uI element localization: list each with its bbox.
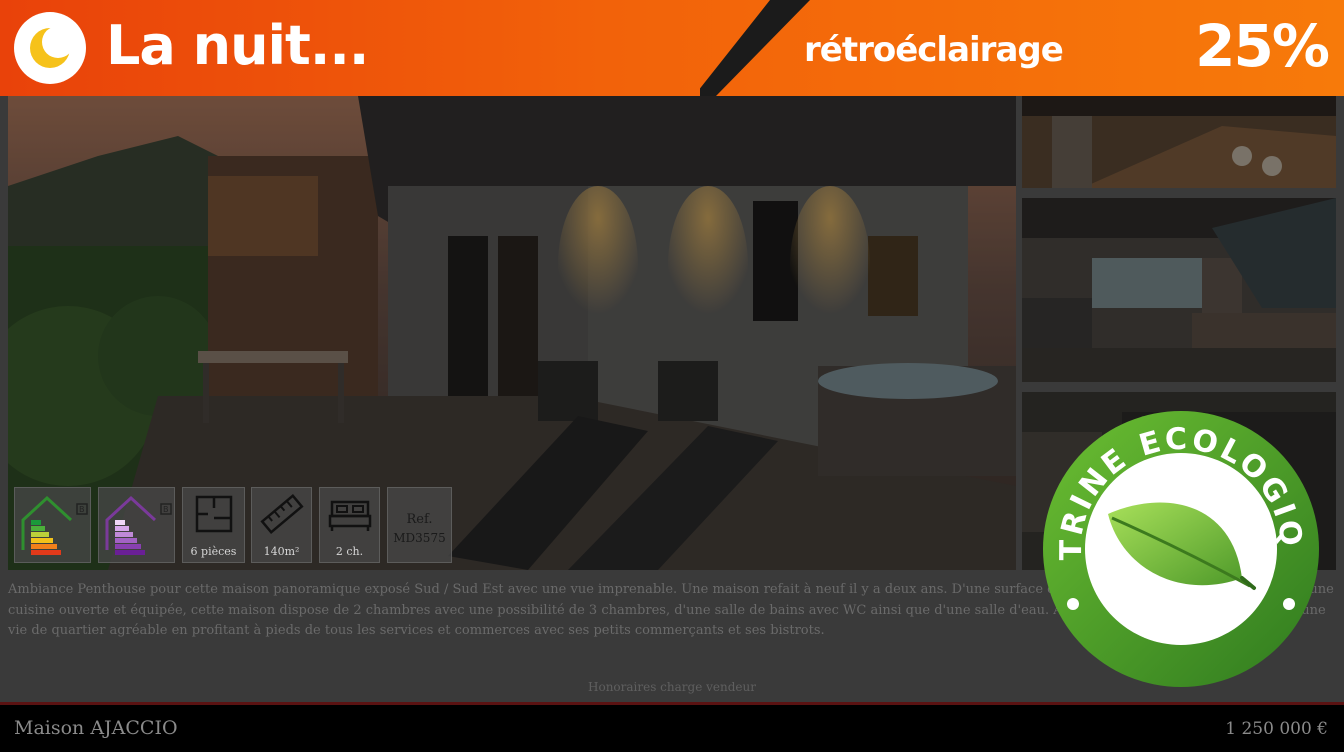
ges-rating-badge: B: [98, 487, 175, 563]
moon-badge: [14, 12, 86, 84]
listing-price: 1 250 000 €: [1225, 719, 1328, 739]
reference-title: Ref.: [406, 512, 433, 527]
floor-plan-icon: [195, 495, 233, 533]
rooms-label: 6 pièces: [190, 545, 237, 558]
ruler-icon: [260, 494, 304, 534]
kitchen-photo[interactable]: [1022, 198, 1336, 382]
backlight-percent: 25%: [1195, 12, 1330, 80]
listing-title: Maison AJACCIO: [14, 717, 178, 739]
bed-icon: [328, 500, 372, 531]
listing-footer: Maison AJACCIO 1 250 000 €: [0, 705, 1344, 752]
svg-text:B: B: [79, 505, 85, 514]
ges-rating-icon: B: [105, 495, 172, 555]
rooms-feature: 6 pièces: [182, 487, 245, 563]
bedrooms-feature: 2 ch.: [319, 487, 380, 563]
banner-title: La nuit...: [106, 14, 369, 77]
backlight-label: rétroéclairage: [804, 30, 1064, 70]
surface-feature: 140m²: [251, 487, 312, 563]
energy-rating-icon: B: [21, 495, 88, 555]
energy-rating-badge: B: [14, 487, 91, 563]
reference-value: MD3575: [393, 531, 446, 545]
vitrine-ecologique-seal: VITRINE ECOLOGIQUE: [1028, 383, 1320, 688]
night-mode-banner: La nuit... rétroéclairage 25%: [0, 0, 1344, 96]
eco-seal-graphic: VITRINE ECOLOGIQUE: [1028, 383, 1319, 687]
reference-feature: Ref. MD3575: [387, 487, 452, 563]
photo-dim-overlay: [1022, 198, 1336, 382]
svg-text:B: B: [163, 505, 169, 514]
photo-dim-overlay: [1022, 96, 1336, 188]
bedrooms-label: 2 ch.: [335, 545, 364, 558]
surface-label: 140m²: [263, 545, 300, 558]
moon-icon: [30, 26, 72, 68]
banner-divider: [700, 0, 810, 96]
dining-room-photo[interactable]: [1022, 96, 1336, 188]
